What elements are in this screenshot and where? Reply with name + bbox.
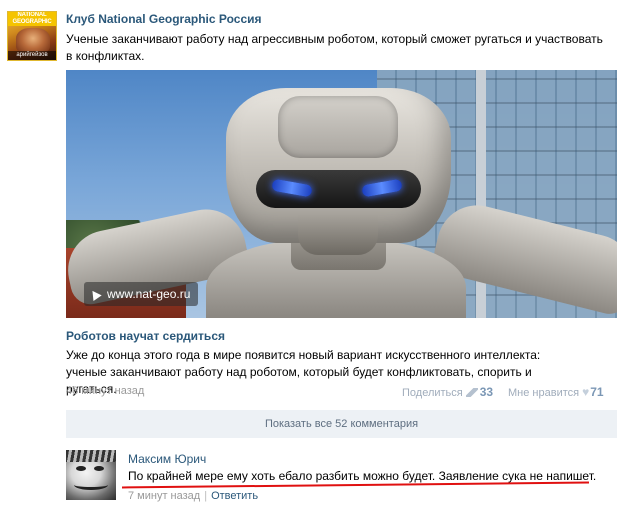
avatar-eye-right (94, 466, 104, 471)
post-timestamp[interactable]: 48 минут назад (66, 385, 144, 397)
avatar-mouth (74, 480, 108, 490)
image-source-link[interactable]: www.nat-geo.ru (84, 282, 199, 306)
share-label: Поделиться (402, 387, 463, 399)
heart-icon: ♥ (582, 385, 590, 399)
comment-timestamp[interactable]: 7 минут назад (128, 490, 200, 502)
post-text: Ученые заканчивают работу над агрессивны… (66, 32, 603, 63)
show-all-comments-button[interactable]: Показать все 52 комментария (66, 410, 617, 438)
meta-separator: | (204, 490, 208, 502)
like-count: 71 (590, 385, 604, 399)
link-title[interactable]: Роботов научат сердиться (66, 329, 225, 343)
image-source-text: www.nat-geo.ru (107, 287, 191, 301)
comment-author-avatar[interactable] (66, 450, 116, 500)
avatar-hair (66, 450, 116, 462)
external-link-arrow-icon (88, 287, 102, 302)
reply-button[interactable]: Ответить (211, 490, 258, 502)
comment-text: По крайней мере ему хоть ебало разбить м… (128, 469, 597, 483)
avatar-logo-text: NATIONAL GEOGRAPHIC (8, 12, 56, 26)
avatar-eye-left (76, 466, 86, 471)
share-megaphone-icon (465, 388, 478, 397)
post-author-link[interactable]: Клуб National Geographic Россия (66, 12, 262, 26)
share-button[interactable]: Поделиться 33 (402, 385, 493, 399)
like-label: Мне нравится (508, 387, 580, 399)
wall-post: NATIONAL GEOGRAPHIC арийгейзов Клуб Nati… (0, 0, 640, 505)
like-button[interactable]: Мне нравится ♥71 (508, 385, 604, 399)
post-image[interactable]: www.nat-geo.ru (66, 70, 617, 318)
comment-author-link[interactable]: Максим Юрич (128, 452, 206, 466)
robot-jaw (298, 215, 378, 255)
post-footer: 48 минут назад Поделиться 33 Мне нравится… (66, 383, 617, 401)
comment-meta: 7 минут назад | Ответить (128, 490, 258, 502)
group-avatar[interactable]: NATIONAL GEOGRAPHIC арийгейзов (7, 11, 57, 61)
share-count: 33 (479, 385, 494, 399)
avatar-caption: арийгейзов (8, 51, 56, 60)
robot-forehead-plate (278, 96, 398, 158)
